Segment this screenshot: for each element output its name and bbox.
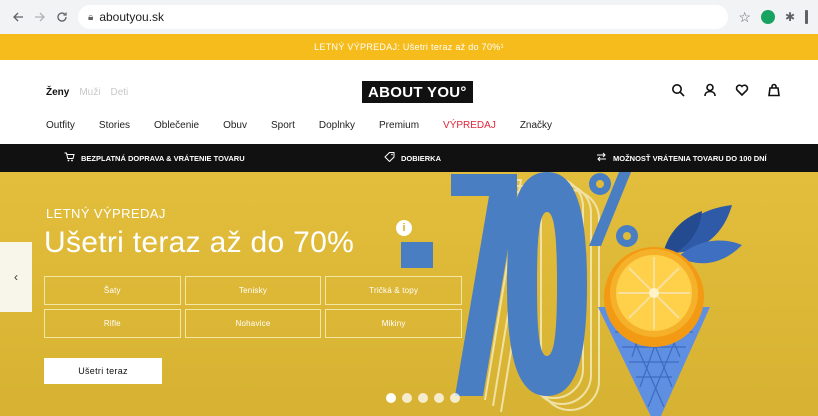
puzzle-icon[interactable]: ✱ bbox=[785, 10, 795, 24]
nav-znacky[interactable]: Značky bbox=[520, 120, 552, 131]
category-mikiny[interactable]: Mikiny bbox=[325, 309, 462, 338]
nav-doplnky[interactable]: Doplnky bbox=[319, 120, 355, 131]
carousel-dot-2[interactable] bbox=[402, 393, 412, 403]
site-header: Ženy Muži Deti ABOUT YOU° Outfity Storie… bbox=[0, 60, 818, 144]
chevron-left-icon: ‹ bbox=[14, 270, 18, 284]
green-circle-extension-icon[interactable] bbox=[760, 10, 775, 24]
nav-outfity[interactable]: Outfity bbox=[46, 120, 75, 131]
nav-vypredaj[interactable]: VÝPREDAJ bbox=[443, 120, 496, 131]
back-icon[interactable] bbox=[10, 9, 26, 25]
promo-bar[interactable]: LETNÝ VÝPREDAJ: Ušetri teraz až do 70%¹ bbox=[0, 34, 818, 60]
carousel-dot-4[interactable] bbox=[434, 393, 444, 403]
gender-deti[interactable]: Deti bbox=[110, 87, 128, 98]
carousel-dots bbox=[386, 393, 460, 403]
promo-text: LETNÝ VÝPREDAJ: Ušetri teraz až do 70%¹ bbox=[314, 42, 504, 52]
category-tricka-topy[interactable]: Tričká & topy bbox=[325, 276, 462, 305]
info-icon[interactable]: i bbox=[396, 220, 412, 236]
address-bar[interactable]: 🔒︎ aboutyou.sk bbox=[78, 5, 729, 29]
cart-icon bbox=[64, 152, 75, 164]
nav-stories[interactable]: Stories bbox=[99, 120, 130, 131]
category-rifle[interactable]: Rifle bbox=[44, 309, 181, 338]
info-free-shipping[interactable]: BEZPLATNÁ DOPRAVA & VRÁTENIE TOVARU bbox=[64, 144, 245, 172]
carousel-dot-1[interactable] bbox=[386, 393, 396, 403]
hero-kicker: LETNÝ VÝPREDAJ bbox=[46, 206, 166, 221]
info-return[interactable]: MOŽNOSŤ VRÁTENIA TOVARU DO 100 DNÍ bbox=[596, 144, 767, 172]
search-icon[interactable] bbox=[670, 82, 686, 98]
info-cod[interactable]: DOBIERKA bbox=[384, 144, 441, 172]
carousel-dot-5[interactable] bbox=[450, 393, 460, 403]
tag-icon bbox=[384, 152, 395, 164]
info-cod-label: DOBIERKA bbox=[401, 153, 442, 163]
bag-icon[interactable] bbox=[766, 82, 782, 98]
category-saty[interactable]: Šaty bbox=[44, 276, 181, 305]
gender-zeny[interactable]: Ženy bbox=[46, 87, 69, 98]
carousel-dot-3[interactable] bbox=[418, 393, 428, 403]
star-icon[interactable]: ☆ bbox=[738, 9, 751, 26]
nav-sport[interactable]: Sport bbox=[271, 120, 295, 131]
orange-cone-image bbox=[598, 205, 742, 416]
gender-muzi[interactable]: Muži bbox=[79, 87, 100, 98]
category-grid: Šaty Tenisky Tričká & topy Rifle Nohavic… bbox=[44, 276, 462, 338]
lock-icon: 🔒︎ bbox=[88, 11, 94, 23]
nav-obuv[interactable]: Obuv bbox=[223, 120, 247, 131]
reload-icon[interactable] bbox=[54, 9, 70, 25]
shop-now-button[interactable]: Ušetri teraz bbox=[44, 358, 162, 384]
hero-headline: Ušetri teraz až do 70% bbox=[44, 226, 355, 259]
header-actions bbox=[670, 82, 782, 98]
main-navigation: Outfity Stories Oblečenie Obuv Sport Dop… bbox=[46, 120, 552, 131]
carousel-prev-button[interactable]: ‹ bbox=[0, 242, 32, 312]
heart-icon[interactable] bbox=[734, 82, 750, 98]
browser-toolbar: 🔒︎ aboutyou.sk ☆ ✱ bbox=[0, 0, 818, 34]
gender-switch: Ženy Muži Deti bbox=[46, 87, 128, 98]
url-text: aboutyou.sk bbox=[99, 10, 165, 24]
browser-actions: ☆ ✱ bbox=[728, 9, 818, 26]
info-free-shipping-label: BEZPLATNÁ DOPRAVA & VRÁTENIE TOVARU bbox=[81, 153, 245, 163]
nav-oblecenie[interactable]: Oblečenie bbox=[154, 120, 199, 131]
info-return-label: MOŽNOSŤ VRÁTENIA TOVARU DO 100 DNÍ bbox=[613, 153, 767, 163]
hero-banner[interactable]: LETNÝ VÝPREDAJ Ušetri teraz až do 70% i … bbox=[0, 172, 818, 416]
more-icon[interactable] bbox=[805, 10, 808, 24]
user-icon[interactable] bbox=[702, 82, 718, 98]
site-logo[interactable]: ABOUT YOU° bbox=[362, 81, 473, 103]
category-nohavice[interactable]: Nohavice bbox=[184, 309, 322, 338]
info-bar: BEZPLATNÁ DOPRAVA & VRÁTENIE TOVARU DOBI… bbox=[0, 144, 818, 172]
nav-premium[interactable]: Premium bbox=[379, 120, 419, 131]
category-tenisky[interactable]: Tenisky bbox=[184, 276, 322, 305]
exchange-icon bbox=[596, 152, 607, 164]
forward-icon[interactable] bbox=[32, 9, 48, 25]
